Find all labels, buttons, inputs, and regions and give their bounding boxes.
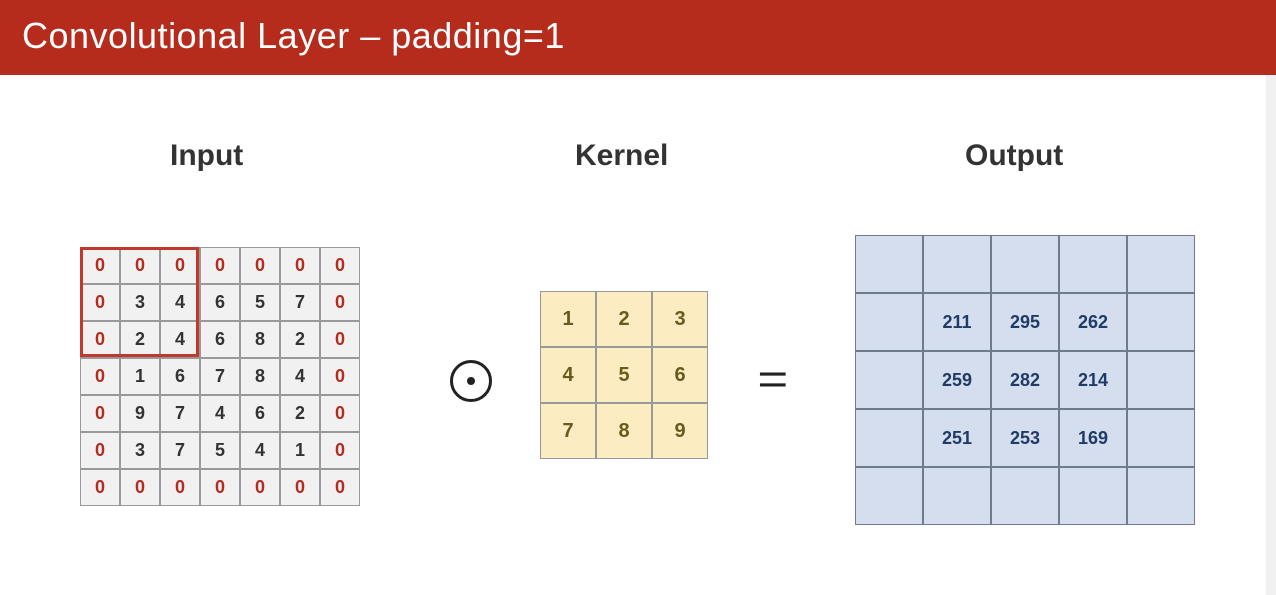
input-padding-cell: 0	[320, 432, 360, 469]
output-value-cell: 214	[1059, 351, 1127, 409]
output-empty-cell	[855, 409, 923, 467]
input-value-cell: 4	[200, 395, 240, 432]
kernel-cell: 3	[652, 291, 708, 347]
input-padding-cell: 0	[280, 247, 320, 284]
input-value-cell: 7	[160, 395, 200, 432]
scrollbar-track[interactable]	[1266, 75, 1276, 595]
input-value-cell: 2	[280, 321, 320, 358]
input-padding-cell: 0	[160, 247, 200, 284]
input-padding-cell: 0	[240, 469, 280, 506]
input-value-cell: 4	[240, 432, 280, 469]
input-value-cell: 1	[120, 358, 160, 395]
output-empty-cell	[855, 235, 923, 293]
output-empty-cell	[1127, 351, 1195, 409]
output-empty-cell	[855, 467, 923, 525]
input-value-cell: 3	[120, 432, 160, 469]
input-padding-cell: 0	[200, 469, 240, 506]
kernel-cell: 2	[596, 291, 652, 347]
output-value-cell: 253	[991, 409, 1059, 467]
output-empty-cell	[1127, 293, 1195, 351]
input-value-cell: 7	[160, 432, 200, 469]
input-value-cell: 3	[120, 284, 160, 321]
output-value-cell: 169	[1059, 409, 1127, 467]
output-value-cell: 251	[923, 409, 991, 467]
output-empty-cell	[1127, 409, 1195, 467]
input-value-cell: 2	[120, 321, 160, 358]
conv-operator-icon	[450, 360, 492, 402]
kernel-cell: 1	[540, 291, 596, 347]
input-padding-cell: 0	[80, 247, 120, 284]
output-value-cell: 259	[923, 351, 991, 409]
input-value-cell: 4	[280, 358, 320, 395]
input-padding-cell: 0	[200, 247, 240, 284]
output-empty-cell	[923, 467, 991, 525]
input-padding-cell: 0	[320, 284, 360, 321]
kernel-cell: 4	[540, 347, 596, 403]
kernel-cell: 5	[596, 347, 652, 403]
output-empty-cell	[923, 235, 991, 293]
slide-content: Input Kernel Output 00000000346570024682…	[0, 75, 1276, 595]
input-padding-cell: 0	[120, 469, 160, 506]
kernel-matrix: 123456789	[540, 291, 708, 459]
kernel-cell: 9	[652, 403, 708, 459]
input-value-cell: 4	[160, 321, 200, 358]
input-padding-cell: 0	[80, 395, 120, 432]
label-input: Input	[170, 139, 243, 173]
output-matrix: 211295262 259282214 251253169	[855, 235, 1195, 525]
equals-operator-icon: =	[757, 355, 788, 405]
label-output: Output	[965, 139, 1063, 173]
output-value-cell: 211	[923, 293, 991, 351]
input-padding-cell: 0	[120, 247, 160, 284]
input-matrix: 0000000034657002468200167840097462003754…	[80, 247, 360, 506]
input-padding-cell: 0	[80, 469, 120, 506]
input-padding-cell: 0	[320, 321, 360, 358]
input-value-cell: 5	[200, 432, 240, 469]
input-value-cell: 7	[200, 358, 240, 395]
output-empty-cell	[991, 467, 1059, 525]
kernel-cell: 6	[652, 347, 708, 403]
input-padding-cell: 0	[320, 469, 360, 506]
input-value-cell: 9	[120, 395, 160, 432]
output-empty-cell	[855, 293, 923, 351]
output-value-cell: 262	[1059, 293, 1127, 351]
input-padding-cell: 0	[80, 358, 120, 395]
input-value-cell: 6	[160, 358, 200, 395]
input-padding-cell: 0	[160, 469, 200, 506]
output-value-cell: 282	[991, 351, 1059, 409]
input-padding-cell: 0	[80, 284, 120, 321]
input-padding-cell: 0	[80, 432, 120, 469]
output-empty-cell	[1059, 235, 1127, 293]
output-value-cell: 295	[991, 293, 1059, 351]
input-value-cell: 5	[240, 284, 280, 321]
output-empty-cell	[855, 351, 923, 409]
output-empty-cell	[1127, 235, 1195, 293]
label-kernel: Kernel	[575, 139, 668, 173]
input-value-cell: 4	[160, 284, 200, 321]
input-value-cell: 6	[200, 284, 240, 321]
output-empty-cell	[1127, 467, 1195, 525]
input-padding-cell: 0	[240, 247, 280, 284]
input-padding-cell: 0	[320, 247, 360, 284]
input-value-cell: 6	[240, 395, 280, 432]
input-value-cell: 6	[200, 321, 240, 358]
input-value-cell: 2	[280, 395, 320, 432]
slide-title: Convolutional Layer – padding=1	[0, 0, 1276, 75]
input-value-cell: 8	[240, 358, 280, 395]
input-padding-cell: 0	[320, 358, 360, 395]
kernel-cell: 7	[540, 403, 596, 459]
input-padding-cell: 0	[80, 321, 120, 358]
kernel-cell: 8	[596, 403, 652, 459]
input-value-cell: 1	[280, 432, 320, 469]
output-empty-cell	[1059, 467, 1127, 525]
input-padding-cell: 0	[320, 395, 360, 432]
output-empty-cell	[991, 235, 1059, 293]
input-padding-cell: 0	[280, 469, 320, 506]
input-value-cell: 8	[240, 321, 280, 358]
input-value-cell: 7	[280, 284, 320, 321]
